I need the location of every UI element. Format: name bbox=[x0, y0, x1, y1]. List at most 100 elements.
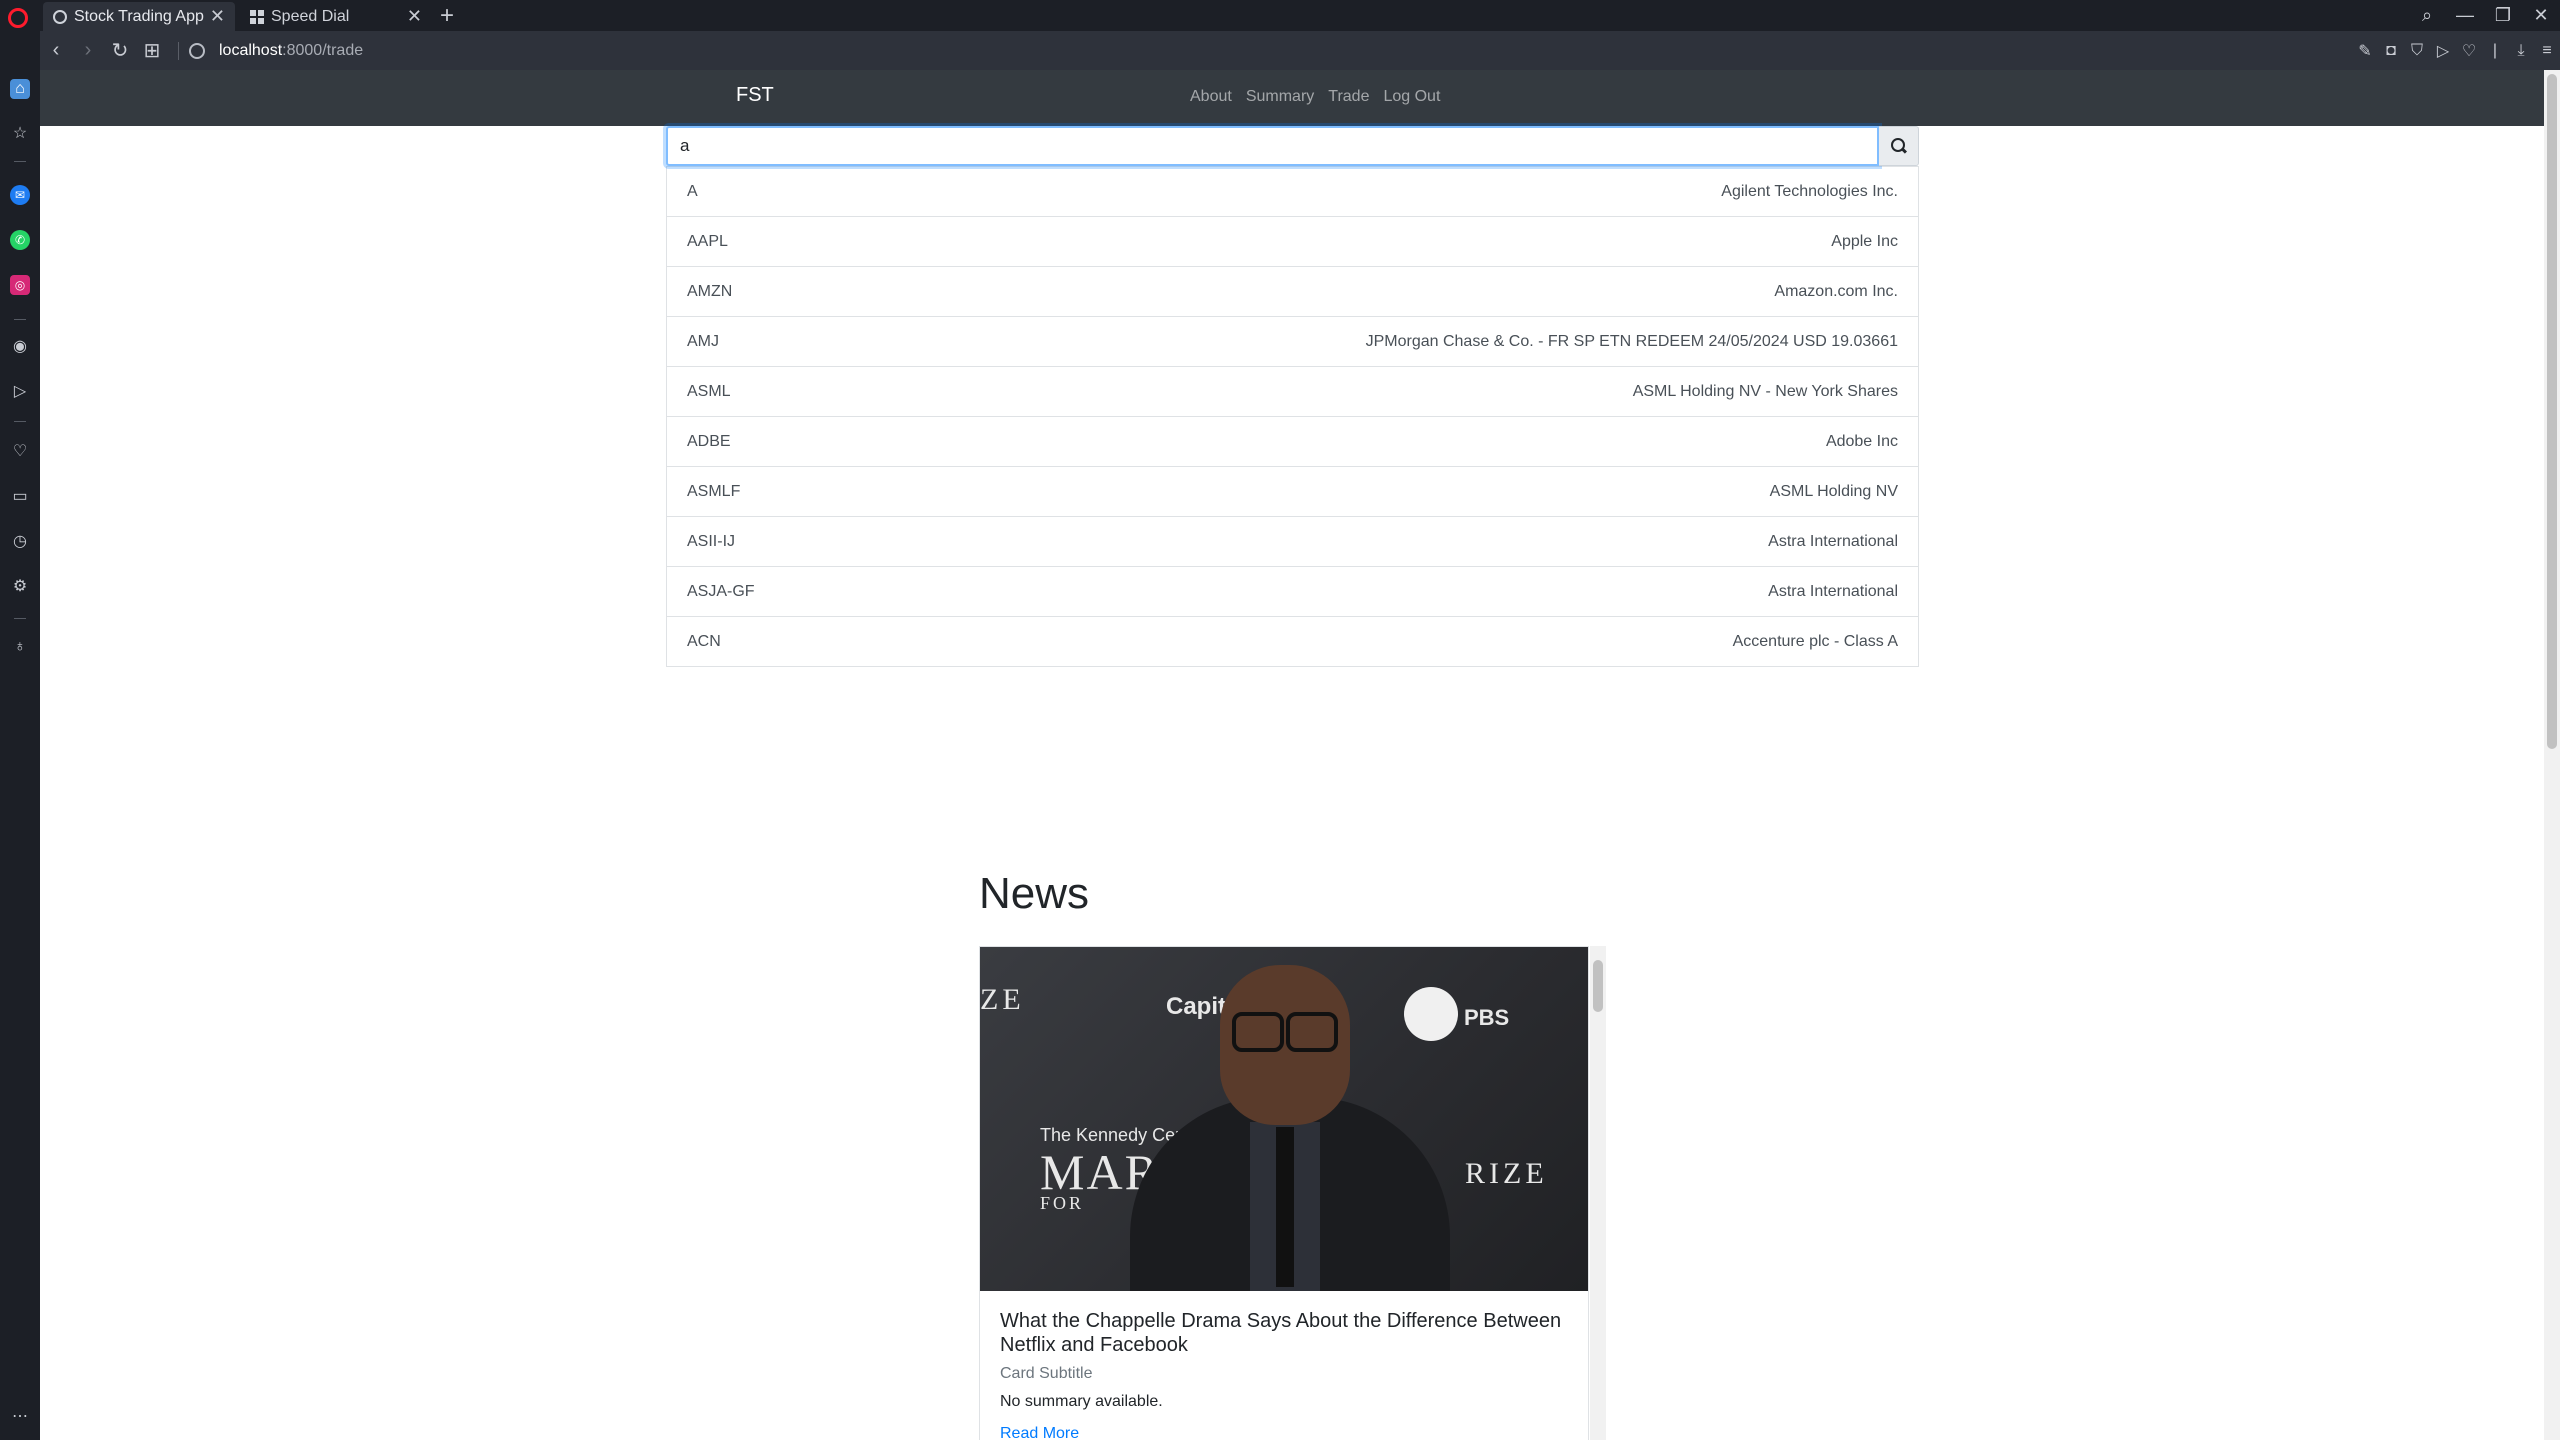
more-icon[interactable]: ⋯ bbox=[10, 1406, 30, 1426]
image-text: FOR bbox=[1040, 1193, 1085, 1213]
search-results-list: A Agilent Technologies Inc. AAPL Apple Inc A… bbox=[666, 166, 1919, 667]
toolbar-separator bbox=[178, 41, 179, 60]
tab-search-icon[interactable]: ⌕ bbox=[2408, 5, 2446, 26]
new-tab-button[interactable]: + bbox=[440, 2, 454, 30]
news-card-image: ZE Capit PBS The Kennedy Cent MAR FOR RI… bbox=[980, 947, 1588, 1291]
site-info-icon[interactable] bbox=[189, 42, 205, 59]
page-content: FST About Summary Trade Log Out A Agilent… bbox=[40, 70, 2544, 1440]
image-text: RIZE bbox=[1465, 1157, 1548, 1190]
tabs-icon[interactable]: ▭ bbox=[10, 486, 30, 506]
read-more-link[interactable]: Read More bbox=[1000, 1425, 1568, 1440]
news-card-text: No summary available. bbox=[1000, 1393, 1163, 1410]
result-symbol: AAPL bbox=[687, 232, 728, 250]
player-icon[interactable]: ◉ bbox=[10, 336, 30, 356]
news-card: ZE Capit PBS The Kennedy Cent MAR FOR RI… bbox=[979, 946, 1589, 1440]
globe-icon bbox=[53, 9, 67, 24]
page-scrollbar[interactable] bbox=[2544, 70, 2560, 1440]
result-company-name: JPMorgan Chase & Co. - FR SP ETN REDEEM … bbox=[1365, 332, 1898, 350]
search-result-item[interactable]: ASJA-GF Astra International bbox=[667, 567, 1918, 617]
pbs-logo-icon bbox=[1404, 987, 1458, 1041]
gear-icon[interactable]: ⚙ bbox=[10, 576, 30, 596]
heart-icon[interactable]: ♡ bbox=[10, 441, 30, 461]
messenger-icon[interactable]: ✉ bbox=[10, 185, 30, 205]
tab-title: Stock Trading App bbox=[74, 7, 204, 25]
search-result-item[interactable]: ADBE Adobe Inc bbox=[667, 417, 1918, 467]
result-symbol: ASII-IJ bbox=[687, 532, 736, 550]
search-result-item[interactable]: ASII-IJ Astra International bbox=[667, 517, 1918, 567]
result-symbol: A bbox=[687, 182, 698, 200]
url-field[interactable]: localhost:8000/trade bbox=[219, 42, 363, 60]
edit-icon[interactable]: ✎ bbox=[2352, 41, 2378, 61]
result-company-name: Apple Inc bbox=[1831, 232, 1898, 250]
brand-logo[interactable]: FST bbox=[736, 84, 774, 107]
search-result-item[interactable]: ASMLF ASML Holding NV bbox=[667, 467, 1918, 517]
search-result-item[interactable]: ACN Accenture plc - Class A bbox=[667, 617, 1918, 667]
shield-icon[interactable]: ⛉ bbox=[2404, 42, 2430, 60]
result-symbol: ADBE bbox=[687, 432, 731, 450]
search-button[interactable] bbox=[1879, 126, 1919, 166]
nav-link-summary[interactable]: Summary bbox=[1246, 88, 1314, 106]
result-company-name: Adobe Inc bbox=[1825, 432, 1898, 450]
close-icon[interactable]: ✕ bbox=[407, 6, 422, 27]
star-icon[interactable]: ☆ bbox=[10, 123, 30, 143]
grid-icon bbox=[250, 9, 264, 24]
forward-icon[interactable]: › bbox=[72, 39, 104, 62]
heart-icon[interactable]: ♡ bbox=[2456, 41, 2482, 61]
url-path: :8000/trade bbox=[282, 41, 364, 59]
sidebar-divider bbox=[14, 319, 26, 320]
close-icon[interactable]: ✕ bbox=[210, 6, 225, 27]
url-host: localhost bbox=[219, 41, 283, 59]
search-result-item[interactable]: AMJ JPMorgan Chase & Co. - FR SP ETN REDE… bbox=[667, 317, 1918, 367]
minimize-icon[interactable]: — bbox=[2446, 5, 2484, 26]
sidebar-divider bbox=[14, 161, 26, 162]
home-icon[interactable]: ⌂ bbox=[10, 79, 30, 99]
result-company-name: Astra International bbox=[1768, 582, 1898, 600]
restore-icon[interactable]: ❐ bbox=[2484, 5, 2522, 26]
scrollbar-thumb[interactable] bbox=[2547, 74, 2557, 749]
search-result-item[interactable]: ASML ASML Holding NV - New York Shares bbox=[667, 367, 1918, 417]
sidebar-divider bbox=[14, 618, 26, 619]
sep: | bbox=[2492, 41, 2498, 59]
sidebar-divider bbox=[14, 421, 26, 422]
result-symbol: ASML bbox=[687, 382, 731, 400]
browser-sidebar: ⌂ ☆ ✉ ✆ ◎ ◉ ▷ ♡ ▭ ◷ ⚙ ♁ ⋯ bbox=[0, 31, 40, 1440]
menu-icon[interactable]: ≡ bbox=[2534, 42, 2560, 60]
news-scrollbar[interactable] bbox=[1590, 946, 1606, 1440]
news-heading: News bbox=[979, 869, 1090, 918]
site-navbar: FST About Summary Trade Log Out bbox=[40, 70, 2544, 126]
search-result-item[interactable]: AAPL Apple Inc bbox=[667, 217, 1918, 267]
opera-logo-icon[interactable] bbox=[8, 8, 28, 28]
send-icon[interactable]: ▷ bbox=[10, 381, 30, 401]
instagram-icon[interactable]: ◎ bbox=[10, 275, 30, 295]
tab-speed-dial[interactable]: Speed Dial ✕ bbox=[240, 2, 432, 31]
nav-links: About Summary Trade Log Out bbox=[1190, 88, 1440, 106]
nav-link-about[interactable]: About bbox=[1190, 88, 1232, 106]
result-symbol: ASJA-GF bbox=[687, 582, 755, 600]
nav-link-log-out[interactable]: Log Out bbox=[1383, 88, 1440, 106]
result-symbol: ACN bbox=[687, 632, 721, 650]
browser-tab-bar: Stock Trading App ✕ Speed Dial ✕ + ⌕ — ❐… bbox=[0, 0, 2560, 31]
window-controls: ⌕ — ❐ ✕ bbox=[2408, 0, 2560, 31]
result-company-name: ASML Holding NV - New York Shares bbox=[1632, 382, 1898, 400]
nav-link-trade[interactable]: Trade bbox=[1328, 88, 1369, 106]
whatsapp-icon[interactable]: ✆ bbox=[10, 230, 30, 250]
download-icon[interactable]: ⤓ bbox=[2508, 42, 2534, 60]
result-company-name: ASML Holding NV bbox=[1769, 482, 1898, 500]
result-symbol: AMJ bbox=[687, 332, 719, 350]
stock-search: AAgilent Technologies Inc.AAPLApple IncA… bbox=[666, 126, 1919, 667]
back-icon[interactable]: ‹ bbox=[40, 39, 72, 62]
reload-icon[interactable]: ↻ bbox=[104, 38, 136, 63]
tab-stock-trading-app[interactable]: Stock Trading App ✕ bbox=[43, 2, 235, 31]
news-card-title: What the Chappelle Drama Says About the … bbox=[1000, 1310, 1562, 1356]
lightbulb-icon[interactable]: ♁ bbox=[10, 637, 30, 657]
search-result-item[interactable]: AMZN Amazon.com Inc. bbox=[667, 267, 1918, 317]
close-window-icon[interactable]: ✕ bbox=[2522, 5, 2560, 26]
result-company-name: Agilent Technologies Inc. bbox=[1721, 182, 1898, 200]
search-input[interactable] bbox=[666, 126, 1879, 166]
camera-icon[interactable]: ◘ bbox=[2378, 42, 2404, 60]
send-icon[interactable]: ▷ bbox=[2430, 41, 2456, 61]
result-symbol: AMZN bbox=[687, 282, 733, 300]
history-icon[interactable]: ◷ bbox=[10, 531, 30, 551]
search-result-item[interactable]: A Agilent Technologies Inc. bbox=[667, 167, 1918, 217]
tab-grid-icon[interactable]: ⊞ bbox=[136, 38, 168, 63]
